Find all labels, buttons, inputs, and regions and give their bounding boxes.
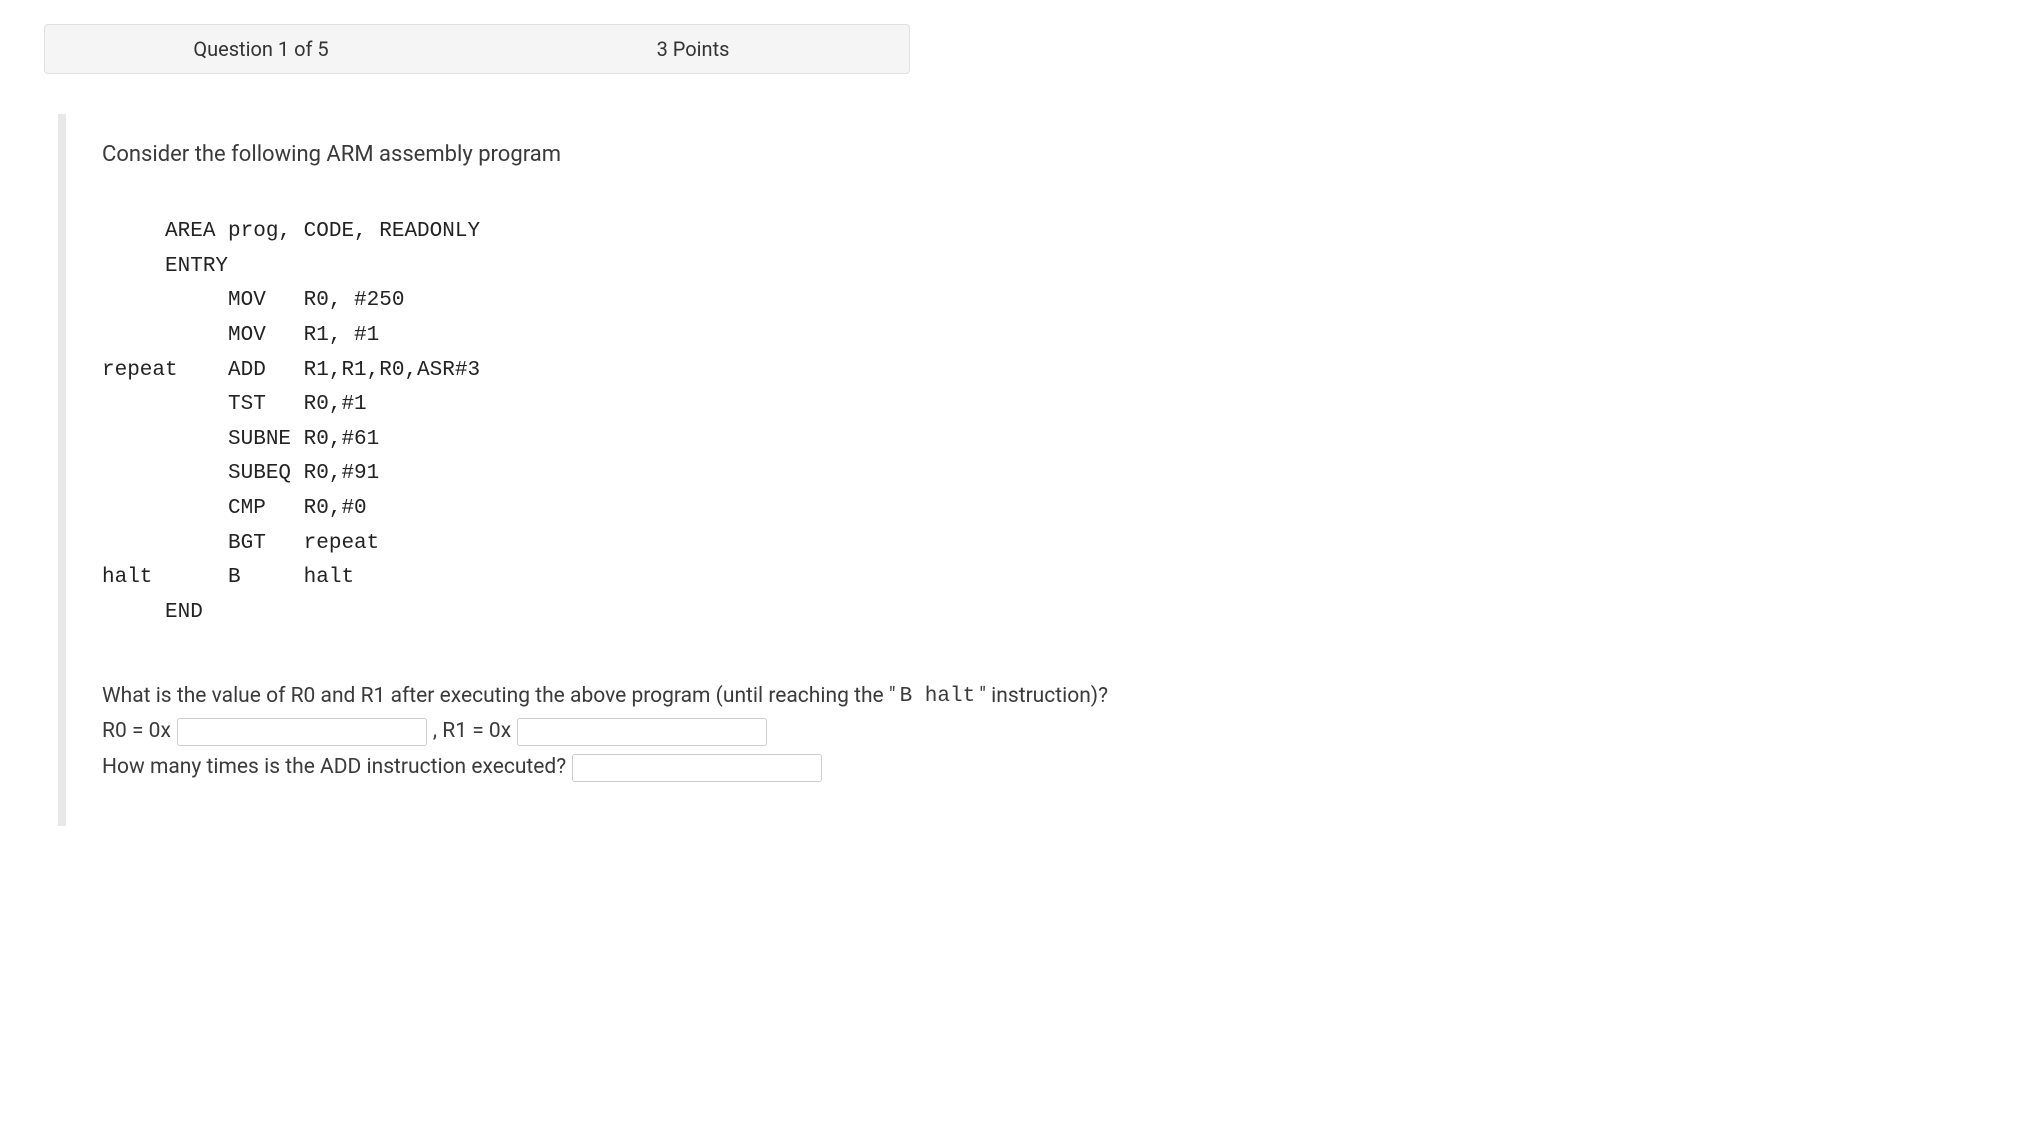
- left-accent-bar: [58, 114, 66, 826]
- content-wrapper: Consider the following ARM assembly prog…: [58, 114, 2024, 826]
- question-number: Question 1 of 5: [45, 37, 477, 61]
- add-count-answer-line: How many times is the ADD instruction ex…: [102, 750, 2024, 786]
- question-header: Question 1 of 5 3 Points: [44, 24, 910, 74]
- r0-label: R0 = 0x: [102, 714, 171, 750]
- answer-section: What is the value of R0 and R1 after exe…: [102, 679, 2024, 786]
- question-prompt-line: What is the value of R0 and R1 after exe…: [102, 679, 2024, 715]
- r1-label: , R1 = 0x: [433, 714, 511, 750]
- question-text-part-2: " instruction)?: [979, 679, 1108, 715]
- halt-instruction-text: B halt: [900, 679, 976, 715]
- question-text-part-1: What is the value of R0 and R1 after exe…: [102, 679, 896, 715]
- question-points: 3 Points: [477, 37, 909, 61]
- r0-answer-input[interactable]: [177, 718, 427, 746]
- r1-answer-input[interactable]: [517, 718, 767, 746]
- code-block: AREA prog, CODE, READONLY ENTRY MOV R0, …: [102, 215, 2024, 631]
- intro-text: Consider the following ARM assembly prog…: [102, 142, 2024, 167]
- add-count-input[interactable]: [572, 754, 822, 782]
- question-content: Consider the following ARM assembly prog…: [102, 114, 2024, 826]
- add-question-label: How many times is the ADD instruction ex…: [102, 750, 566, 786]
- r0-r1-answer-line: R0 = 0x , R1 = 0x: [102, 714, 2024, 750]
